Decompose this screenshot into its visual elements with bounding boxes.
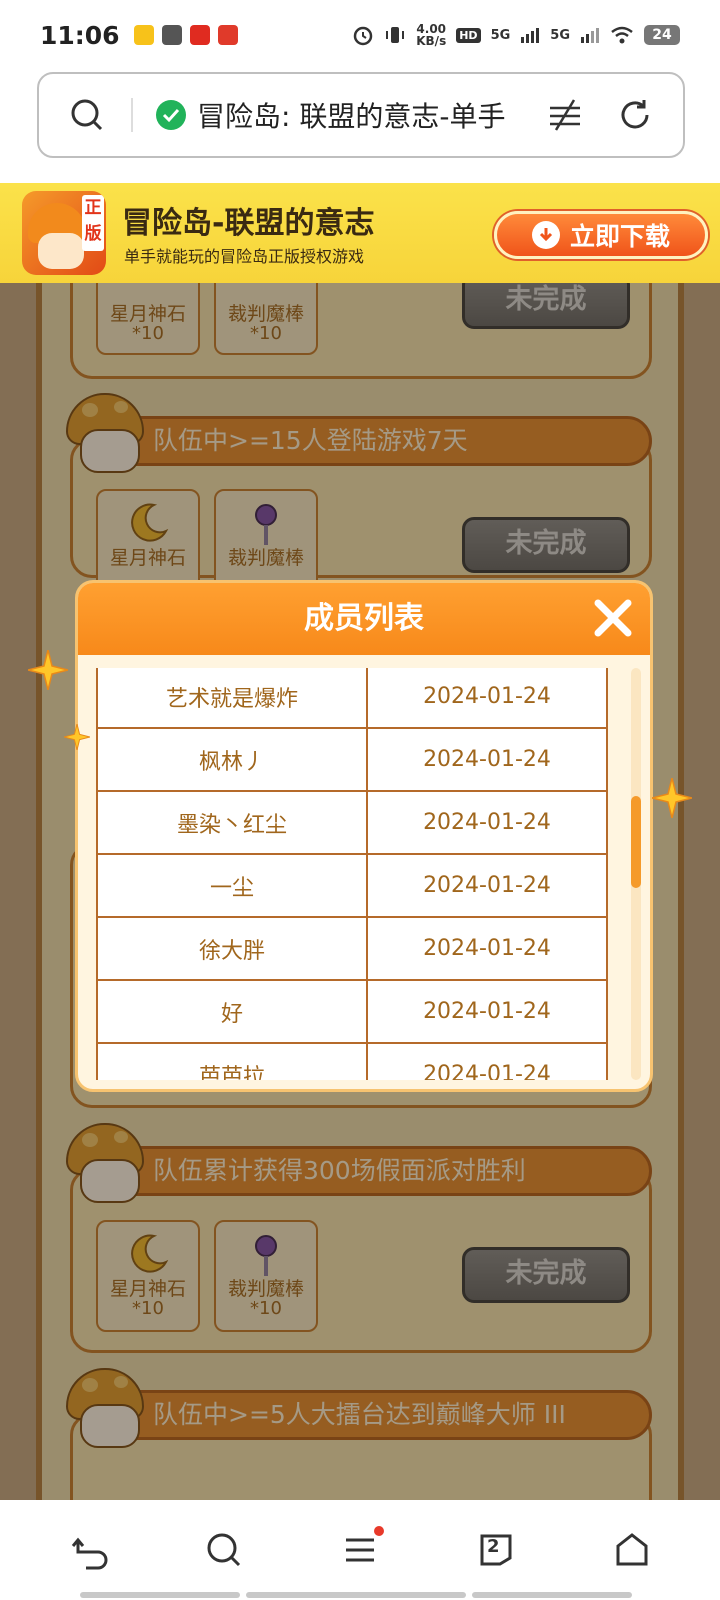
member-date: 2024-01-24 xyxy=(366,727,608,792)
tabs-button[interactable]: 2 xyxy=(466,1520,526,1580)
member-name: 墨染丶红尘 xyxy=(96,790,368,855)
game-logo: 正版 xyxy=(22,191,106,275)
table-row: 一尘 2024-01-24 xyxy=(96,853,608,918)
banner-subtitle: 单手就能玩的冒险岛正版授权游戏 xyxy=(124,247,365,266)
alarm-icon xyxy=(353,26,373,46)
member-table: 艺术就是爆炸 2024-01-24 枫林丿 2024-01-24 墨染丶红尘 2024… xyxy=(96,668,608,1080)
modal-title: 成员列表 xyxy=(304,601,424,636)
member-name: 艺术就是爆炸 xyxy=(96,668,368,729)
hd-badge: HD xyxy=(456,27,481,43)
member-date: 2024-01-24 xyxy=(366,1042,608,1080)
vibrate-icon xyxy=(386,27,405,43)
sparkle-icon xyxy=(28,650,68,690)
logo-tag: 正版 xyxy=(82,195,104,251)
refresh-icon[interactable] xyxy=(615,95,655,135)
search-icon xyxy=(207,1533,241,1567)
secure-shield-icon xyxy=(156,100,186,130)
member-table-scroll[interactable]: 艺术就是爆炸 2024-01-24 枫林丿 2024-01-24 墨染丶红尘 2024… xyxy=(96,668,608,1080)
notification-dot xyxy=(374,1526,384,1536)
battery-indicator: 24 xyxy=(644,25,680,45)
member-date: 2024-01-24 xyxy=(366,853,608,918)
wifi-icon xyxy=(611,26,633,44)
close-icon[interactable] xyxy=(590,595,636,641)
gesture-handle xyxy=(472,1592,632,1598)
menu-button[interactable] xyxy=(330,1520,390,1580)
back-arrow-icon xyxy=(71,1537,108,1570)
member-name: 枫林丿 xyxy=(96,727,368,792)
gesture-handle xyxy=(246,1592,466,1598)
sparkle-icon xyxy=(652,778,692,818)
menu-icon xyxy=(346,1538,374,1562)
signal-bars-2-icon xyxy=(581,28,599,43)
browser-bottom-nav: 2 xyxy=(0,1500,720,1600)
search-icon[interactable] xyxy=(67,95,107,135)
table-row: 好 2024-01-24 xyxy=(96,979,608,1044)
table-row: 芭芭拉 2024-01-24 xyxy=(96,1042,608,1080)
url-text[interactable]: 冒险岛: 联盟的意志-单手 xyxy=(197,95,545,135)
status-bar: 11:06 4.00 KB/s HD 5G 5G 24 xyxy=(0,0,720,70)
tab-count: 2 xyxy=(487,1536,500,1557)
member-list-modal: 成员列表 艺术就是爆炸 2024-01-24 枫林丿 2024-01-24 墨染丶红… xyxy=(75,580,653,1092)
finance-icon xyxy=(161,25,182,45)
status-time: 11:06 xyxy=(40,20,120,50)
home-button[interactable] xyxy=(602,1520,662,1580)
signal-2: 5G xyxy=(550,27,570,43)
banner-title: 冒险岛-联盟的意志 xyxy=(122,206,375,241)
net-speed: 4.00 KB/s xyxy=(416,22,447,48)
pinduoduo-icon xyxy=(189,25,210,45)
divider xyxy=(131,98,133,132)
member-date: 2024-01-24 xyxy=(366,790,608,855)
member-name: 徐大胖 xyxy=(96,916,368,981)
table-row: 徐大胖 2024-01-24 xyxy=(96,916,608,981)
bank-icon xyxy=(217,25,238,45)
member-date: 2024-01-24 xyxy=(366,668,608,729)
scrollbar-thumb[interactable] xyxy=(631,796,641,888)
status-right: 4.00 KB/s HD 5G 5G 24 xyxy=(352,23,680,47)
sparkle-icon xyxy=(64,724,90,750)
signal-bars-icon xyxy=(521,28,540,43)
download-label: 立即下载 xyxy=(569,222,670,251)
table-row: 墨染丶红尘 2024-01-24 xyxy=(96,790,608,855)
gesture-handle xyxy=(80,1592,240,1598)
signal-1: 5G xyxy=(490,27,511,43)
member-name: 芭芭拉 xyxy=(96,1042,368,1080)
member-name: 好 xyxy=(96,979,368,1044)
back-button[interactable] xyxy=(58,1520,118,1580)
member-date: 2024-01-24 xyxy=(366,979,608,1044)
member-date: 2024-01-24 xyxy=(366,916,608,981)
reader-mode-icon[interactable] xyxy=(545,95,585,135)
home-icon xyxy=(616,1533,648,1566)
notification-icons xyxy=(133,25,238,45)
table-row: 艺术就是爆炸 2024-01-24 xyxy=(96,668,608,729)
table-row: 枫林丿 2024-01-24 xyxy=(96,727,608,792)
download-icon xyxy=(531,221,560,249)
address-bar[interactable]: 冒险岛: 联盟的意志-单手 xyxy=(37,72,685,158)
meituan-icon xyxy=(133,25,154,45)
download-button[interactable]: 立即下载 xyxy=(494,211,708,259)
search-button[interactable] xyxy=(194,1520,254,1580)
member-name: 一尘 xyxy=(96,853,368,918)
